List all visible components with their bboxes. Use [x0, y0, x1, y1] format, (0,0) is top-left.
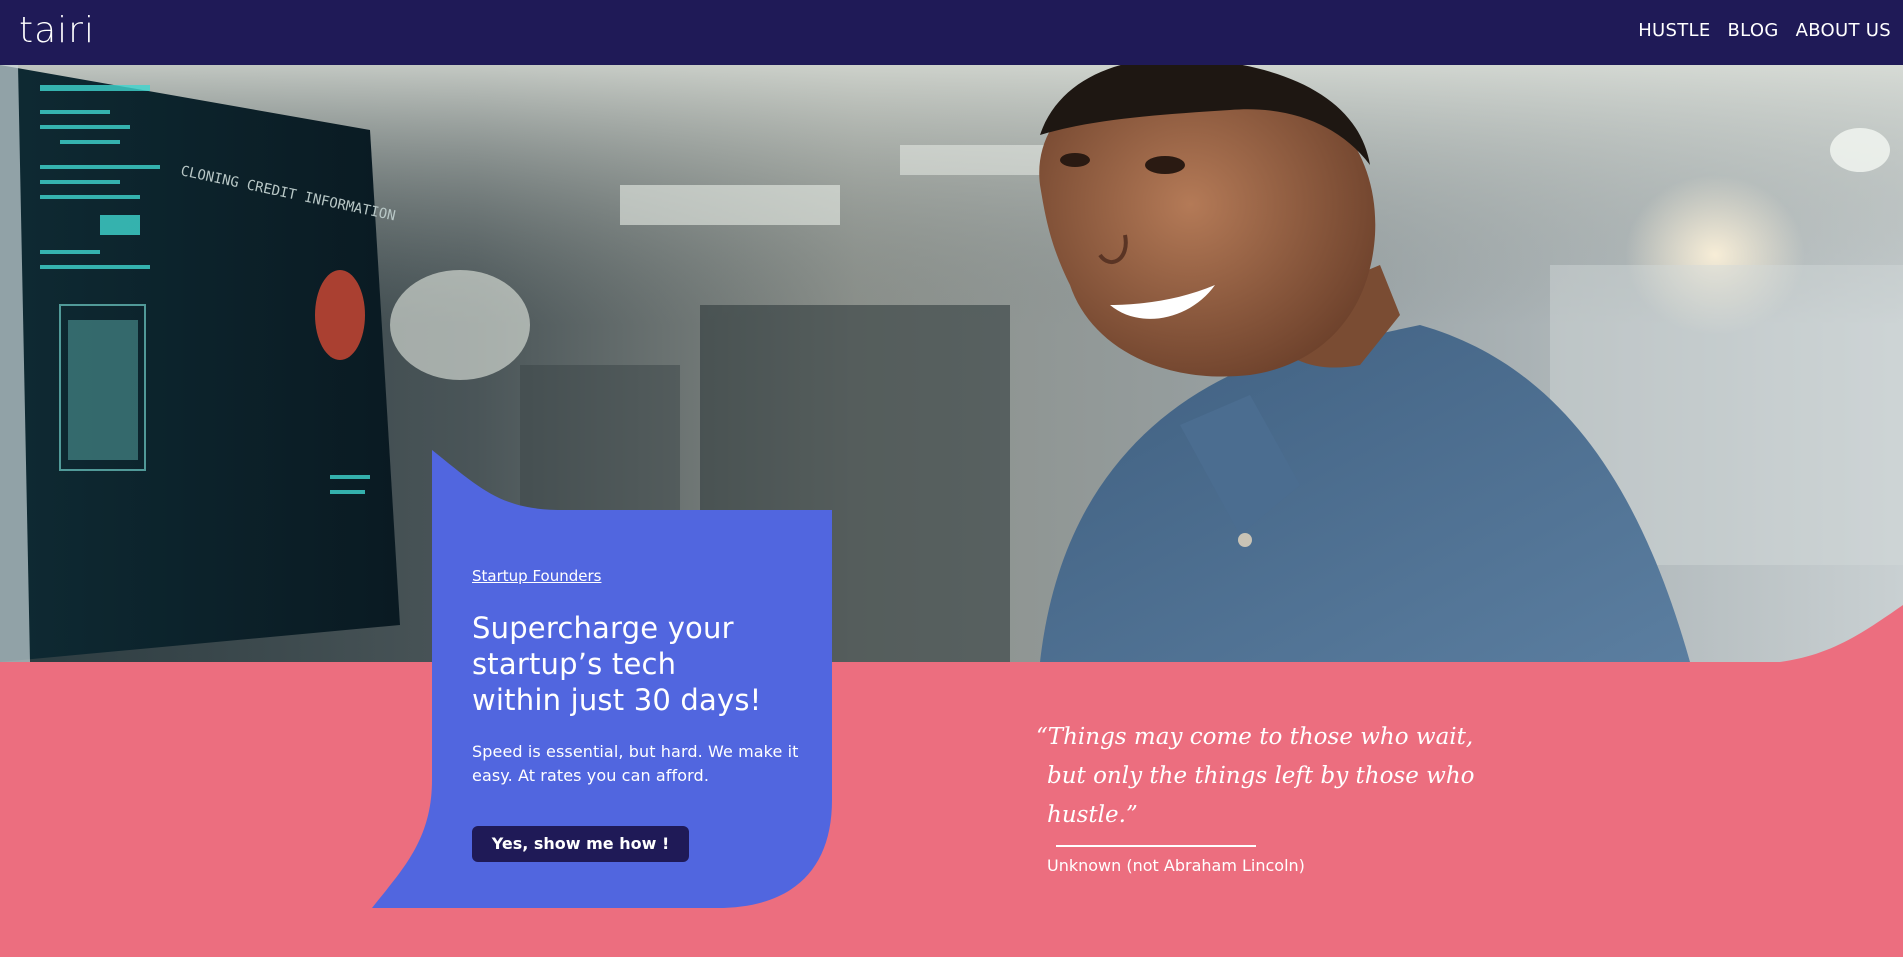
hero-heading-line-1: Supercharge your [472, 611, 734, 645]
nav-link-blog[interactable]: BLOG [1728, 20, 1779, 42]
quote-divider [1056, 845, 1256, 847]
hero-card: Startup Founders Supercharge your startu… [472, 566, 812, 862]
hero-wave [1780, 605, 1903, 662]
startup-founders-link[interactable]: Startup Founders [472, 566, 601, 586]
logo[interactable]: tairi [19, 10, 95, 52]
hero-heading: Supercharge your startup’s tech within j… [472, 610, 812, 718]
nav-link-about-us[interactable]: ABOUT US [1796, 20, 1891, 42]
pink-band [0, 662, 1903, 957]
nav-links: HUSTLE BLOG ABOUT US [1638, 20, 1891, 42]
show-me-how-button[interactable]: Yes, show me how ! [472, 826, 689, 862]
hero-description: Speed is essential, but hard. We make it… [472, 742, 799, 785]
quote-author: Unknown (not Abraham Lincoln) [1047, 856, 1305, 875]
quote-block: “Things may come to those who wait, but … [1036, 718, 1496, 877]
hero-heading-line-3: within just 30 days! [472, 683, 762, 717]
hero-heading-line-2: startup’s tech [472, 647, 677, 681]
nav-link-hustle[interactable]: HUSTLE [1638, 20, 1710, 42]
quote-text: “Things may come to those who wait, but … [1036, 724, 1475, 828]
top-nav: tairi HUSTLE BLOG ABOUT US [0, 0, 1903, 65]
hero-image: CLONING CREDIT INFORMATION [0, 65, 1903, 662]
